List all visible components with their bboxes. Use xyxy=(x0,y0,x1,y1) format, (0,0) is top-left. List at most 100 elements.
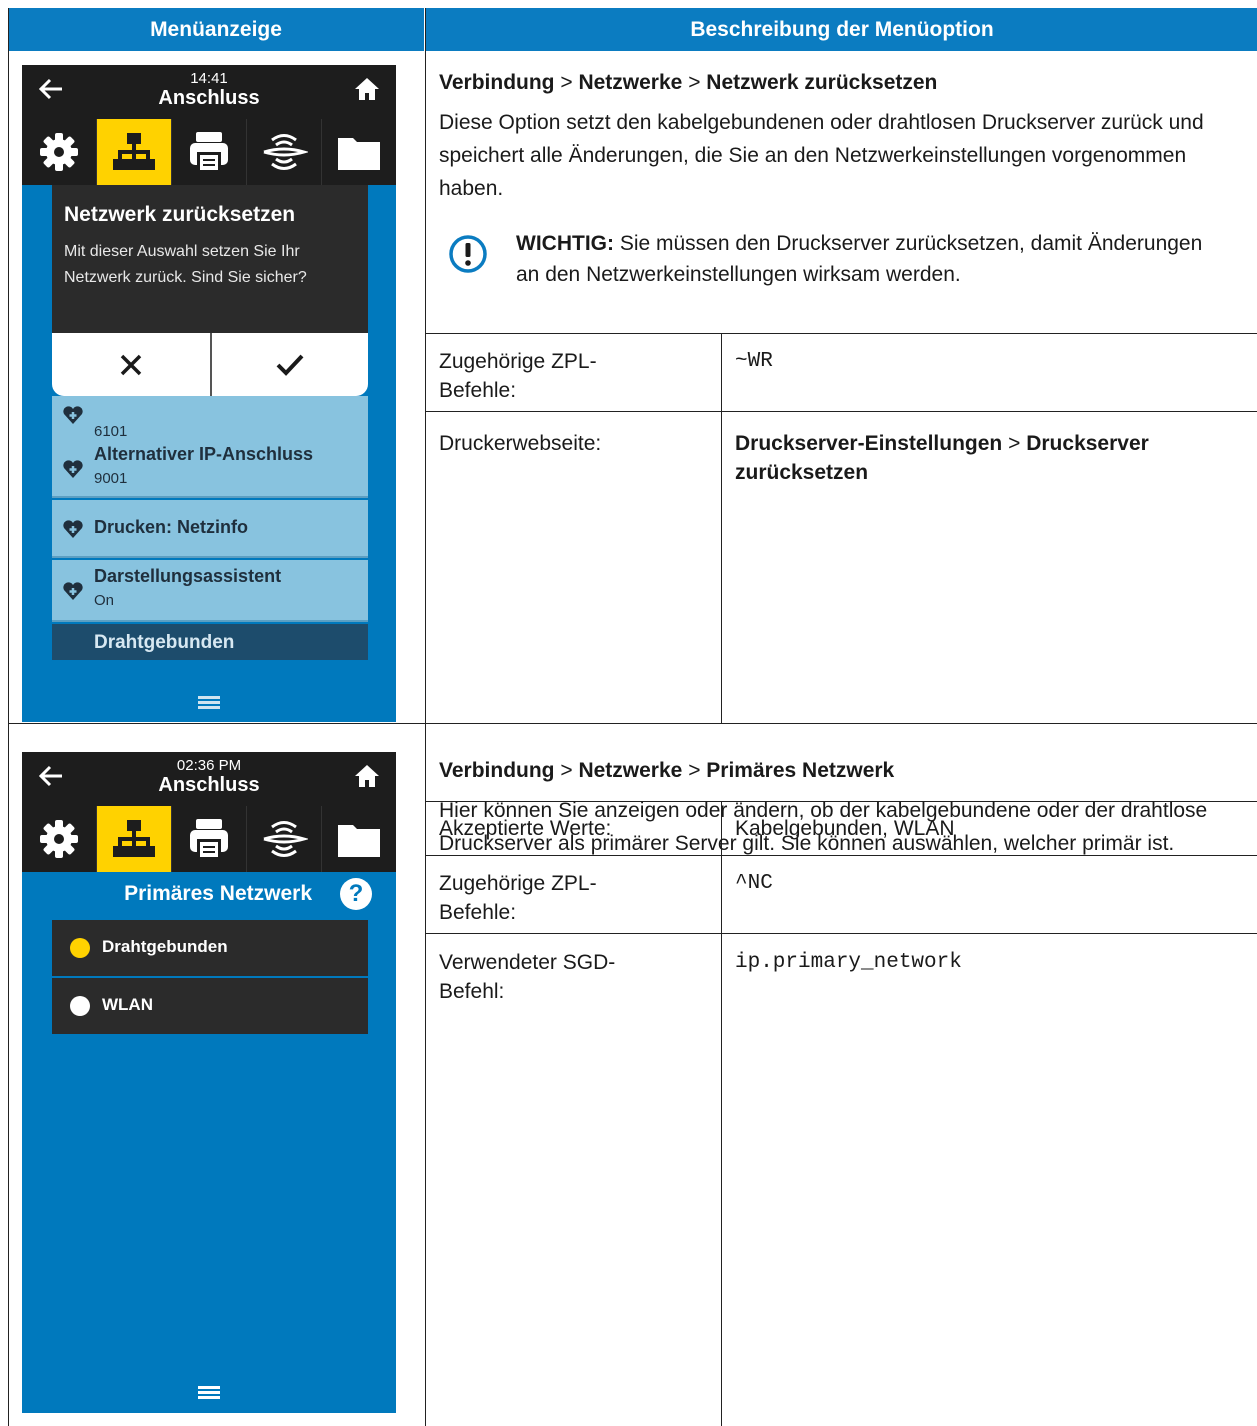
web-part: Druckserver-Einstellungen xyxy=(735,432,1003,455)
printer-icon xyxy=(190,132,228,172)
path-separator: > xyxy=(560,759,573,782)
folder-icon xyxy=(338,825,380,857)
screen-titlebar: 14:41 Anschluss xyxy=(22,65,396,119)
tab-settings[interactable] xyxy=(22,119,96,185)
home-icon[interactable] xyxy=(354,77,380,101)
cancel-button[interactable] xyxy=(52,333,210,396)
screen-heading: Primäres Netzwerk xyxy=(124,882,312,905)
reset-dialog: Netzwerk zurücksetzen Mit dieser Auswahl… xyxy=(52,185,368,396)
tab-settings[interactable] xyxy=(22,806,96,872)
row2-sgd-label: Verwendeter SGD-Befehl: xyxy=(439,951,616,1003)
tab-storage[interactable] xyxy=(321,119,396,185)
rfid-icon xyxy=(263,134,308,170)
path-separator: > xyxy=(688,71,701,94)
row1-web-label: Druckerwebseite: xyxy=(439,432,602,455)
confirm-button[interactable] xyxy=(210,333,368,396)
path-part: Netzwerk zurücksetzen xyxy=(706,71,938,94)
list-item-alt-port[interactable]: Alternativer IP-Anschluss 9001 xyxy=(52,438,368,498)
screen-tabbar xyxy=(22,119,396,185)
option-label: Drahtgebunden xyxy=(102,937,228,956)
menu-table: Menüanzeige Beschreibung der Menüoption … xyxy=(8,8,1257,1426)
dialog-text: Mit dieser Auswahl setzen Sie Ihr Netzwe… xyxy=(64,243,307,286)
rfid-icon xyxy=(263,821,308,857)
network-icon xyxy=(113,133,155,170)
printer-screen-primary-network: 02:36 PM Anschluss Primäres Netzwerk ? D… xyxy=(22,752,396,1413)
list-item-value: On xyxy=(94,592,115,609)
row2-zpl-value: ^NC xyxy=(735,872,773,895)
important-icon xyxy=(449,235,487,273)
row1-description: Diese Option setzt den kabelgebundenen o… xyxy=(439,111,1204,200)
tab-connection[interactable] xyxy=(96,119,171,185)
row1-zpl-label: Zugehörige ZPL-Befehle: xyxy=(439,350,597,402)
tab-rfid[interactable] xyxy=(246,806,321,872)
important-text: Sie müssen den Druckserver zurücksetzen,… xyxy=(516,232,1203,286)
row2-zpl-label: Zugehörige ZPL-Befehle: xyxy=(439,872,597,924)
tab-connection[interactable] xyxy=(96,806,171,872)
help-icon[interactable]: ? xyxy=(340,878,372,910)
screen-tabbar xyxy=(22,806,396,872)
path-part: Netzwerke xyxy=(578,71,683,94)
header-menu-display: Menüanzeige xyxy=(8,8,424,51)
checkmark-icon xyxy=(276,354,304,376)
important-label: WICHTIG: xyxy=(516,232,614,255)
health-icon xyxy=(63,582,83,600)
dialog-title: Netzwerk zurücksetzen xyxy=(64,203,296,226)
path-separator: > xyxy=(560,71,573,94)
row1-subdivider-2 xyxy=(425,411,1257,412)
screen-time: 14:41 xyxy=(190,70,228,87)
row-divider xyxy=(8,723,1257,724)
close-icon xyxy=(120,354,142,375)
web-separator: > xyxy=(1008,432,1021,455)
option-wired[interactable]: Drahtgebunden xyxy=(52,920,368,976)
option-wlan[interactable]: WLAN xyxy=(52,978,368,1034)
path-part: Primäres Netzwerk xyxy=(706,759,895,782)
section-wired: Drahtgebunden xyxy=(52,624,368,660)
gear-icon xyxy=(40,820,78,858)
screen-title: Anschluss xyxy=(158,774,260,796)
tab-storage[interactable] xyxy=(321,806,396,872)
row2-accepted-value: Kabelgebunden, WLAN xyxy=(735,817,955,840)
row2-menu-path: Verbindung > Netzwerke > Primäres Netzwe… xyxy=(439,756,1249,785)
header-menu-description: Beschreibung der Menüoption xyxy=(426,8,1257,51)
health-icon xyxy=(63,460,83,478)
row1-menu-path: Verbindung > Netzwerke > Netzwerk zurück… xyxy=(439,68,1249,97)
table-column-divider xyxy=(425,8,426,1426)
radio-unselected-icon xyxy=(70,996,90,1016)
row1-important-note: WICHTIG: Sie müssen den Druckserver zurü… xyxy=(516,228,1216,290)
list-item-title: Alternativer IP-Anschluss xyxy=(94,444,314,464)
list-item-value: 9001 xyxy=(94,470,128,487)
row1-zpl-value: ~WR xyxy=(735,350,773,373)
row1-inner-divider xyxy=(721,333,722,723)
tab-print[interactable] xyxy=(171,119,246,185)
dialog-body: Netzwerk zurücksetzen Mit dieser Auswahl… xyxy=(52,185,368,333)
radio-selected-icon xyxy=(70,938,90,958)
table-border-left xyxy=(8,8,9,1426)
list-item-title: Darstellungsassistent xyxy=(94,566,282,586)
screen-titlebar: 02:36 PM Anschluss xyxy=(22,752,396,806)
menu-icon[interactable] xyxy=(194,1382,224,1402)
gear-icon xyxy=(40,133,78,171)
tab-rfid[interactable] xyxy=(246,119,321,185)
row2-sgd-value: ip.primary_network xyxy=(735,951,962,974)
folder-icon xyxy=(338,138,380,170)
health-icon xyxy=(63,520,83,538)
row2-accepted-label: Akzeptierte Werte: xyxy=(439,817,612,840)
row1-subdivider-1 xyxy=(425,333,1257,334)
path-part: Verbindung xyxy=(439,759,555,782)
printer-screen-reset: 14:41 Anschluss 6101 Alternativer IP-Ans… xyxy=(22,65,396,722)
health-icon xyxy=(63,406,83,424)
home-icon[interactable] xyxy=(354,764,380,788)
menu-icon[interactable] xyxy=(194,692,224,712)
list-item-title: Drucken: Netzinfo xyxy=(94,517,249,537)
path-part: Netzwerke xyxy=(578,759,683,782)
path-part: Verbindung xyxy=(439,71,555,94)
row2-subdivider-3 xyxy=(425,933,1257,934)
screen-title: Anschluss xyxy=(158,87,260,109)
tab-print[interactable] xyxy=(171,806,246,872)
network-icon xyxy=(113,820,155,857)
option-label: WLAN xyxy=(102,995,153,1014)
row2-inner-divider xyxy=(721,801,722,1426)
list-item-display-assistant[interactable]: Darstellungsassistent On xyxy=(52,560,368,622)
path-separator: > xyxy=(688,759,701,782)
list-item-print-netinfo[interactable]: Drucken: Netzinfo xyxy=(52,500,368,558)
